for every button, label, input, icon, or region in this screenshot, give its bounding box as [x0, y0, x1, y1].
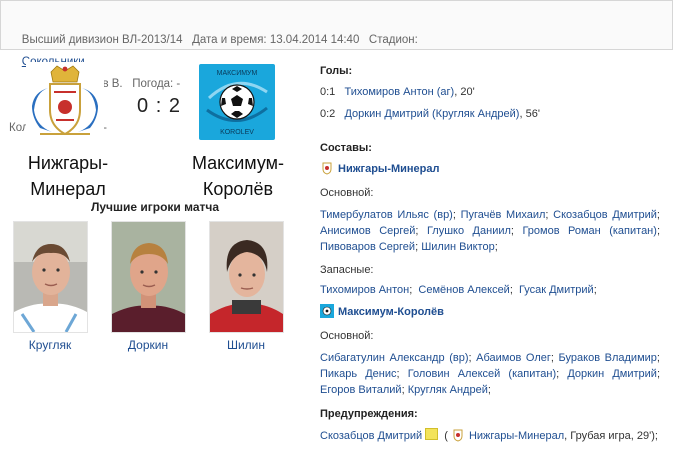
- player-link[interactable]: Анисимов Сергей: [320, 225, 415, 237]
- warning-open-paren: (: [444, 430, 448, 442]
- warnings-title: Предупреждения:: [320, 408, 418, 420]
- player-link[interactable]: Пугачёв Михаил: [461, 209, 546, 221]
- home-main-label: Основной:: [320, 187, 374, 199]
- player-link[interactable]: Доркин Дмитрий: [567, 368, 657, 380]
- home-team-lineup-link[interactable]: Нижгары-Минерал: [338, 163, 440, 175]
- player-link[interactable]: Пивоваров Сергей: [320, 241, 415, 253]
- warnings-section: Предупреждения: Скозабцов Дмитрий ( Нижг…: [320, 407, 658, 447]
- player-link[interactable]: Бураков Владимир: [559, 352, 657, 364]
- goal-item: 0:2 Доркин Дмитрий (Кругляк Андрей), 56': [320, 107, 540, 122]
- best-player-link[interactable]: Кругляк: [5, 338, 95, 352]
- goal-score: 0:1: [320, 86, 336, 98]
- player-link[interactable]: Кругляк Андрей: [408, 384, 488, 396]
- player-photo-dorkin[interactable]: [111, 221, 186, 333]
- coat-of-arms-icon: [26, 62, 104, 140]
- lineups-title: Составы:: [320, 142, 372, 154]
- home-team-mini-logo-icon: [320, 161, 334, 180]
- away-team-name[interactable]: Максимум- Королёв: [182, 150, 294, 202]
- player-avatar-icon: [14, 222, 87, 332]
- player-link[interactable]: Тихомиров Антон: [320, 284, 409, 296]
- goals-section: Голы: 0:1 Тихомиров Антон (аг), 20' 0:2 …: [320, 64, 540, 122]
- warning-team-link[interactable]: Нижгары-Минерал: [469, 430, 564, 442]
- player-avatar-icon: [210, 222, 283, 332]
- warning-player-link[interactable]: Скозабцов Дмитрий: [320, 430, 422, 442]
- goal-score: 0:2: [320, 108, 336, 120]
- goal-scorer-link[interactable]: Доркин Дмитрий (Кругляк Андрей): [344, 108, 519, 120]
- player-shirt: [112, 305, 185, 332]
- match-score: 0 : 2: [137, 95, 181, 117]
- player-link[interactable]: Головин Алексей (капитан): [408, 368, 556, 380]
- player-link[interactable]: Громов Роман (капитан): [522, 225, 656, 237]
- goal-minute: , 20': [454, 86, 475, 98]
- best-player-link[interactable]: Шилин: [201, 338, 291, 352]
- goals-title: Голы:: [320, 65, 353, 77]
- home-team-name[interactable]: Нижгары- Минерал: [8, 150, 128, 202]
- best-players-title: Лучшие игроки матча: [90, 200, 220, 214]
- player-link[interactable]: Шилин Виктор: [421, 241, 495, 253]
- player-link[interactable]: Егоров Виталий: [320, 384, 402, 396]
- player-link[interactable]: Пикарь Денис: [320, 368, 397, 380]
- player-link[interactable]: Сибагатулин Александр (вр): [320, 352, 468, 364]
- lineups-section: Составы: Нижгары-Минерал Основной: Тимер…: [320, 141, 660, 398]
- player-photo-kruglyak[interactable]: [13, 221, 88, 333]
- away-team-name-line1: Максимум-: [191, 153, 285, 173]
- home-subs-list: Тихомиров Антон; Семёнов Алексей; Гусак …: [320, 284, 597, 296]
- away-team-lineup-link[interactable]: Максимум-Королёв: [338, 306, 444, 318]
- away-logo-bottom-text: KOROLEV: [220, 129, 254, 136]
- soccer-ball-icon: МАКСИМУМ KOROLEV: [199, 64, 275, 140]
- away-team-name-line2: Королёв: [202, 179, 274, 199]
- away-lineup-header: Максимум-Королёв: [320, 304, 660, 323]
- away-main-list: Сибагатулин Александр (вр); Абаимов Олег…: [320, 352, 661, 396]
- player-link[interactable]: Глушко Даниил: [427, 225, 511, 237]
- home-lineup-header: Нижгары-Минерал: [320, 161, 660, 180]
- player-link[interactable]: Скозабцов Дмитрий: [553, 209, 657, 221]
- warning-item: Скозабцов Дмитрий ( Нижгары-Минерал, Гру…: [320, 428, 658, 447]
- player-photo-shilin[interactable]: [209, 221, 284, 333]
- player-link[interactable]: Абаимов Олег: [476, 352, 551, 364]
- match-info-text: Высший дивизион ВЛ-2013/14 Дата и время:…: [21, 34, 418, 46]
- home-main-list: Тимербулатов Ильяс (вр); Пугачёв Михаил;…: [320, 209, 660, 253]
- away-logo-top-text: МАКСИМУМ: [217, 70, 258, 77]
- player-avatar-icon: [112, 222, 185, 332]
- away-team-mini-logo-icon: [320, 304, 334, 323]
- goal-item: 0:1 Тихомиров Антон (аг), 20': [320, 85, 540, 100]
- yellow-card-icon: [425, 428, 439, 440]
- home-team-name-line2: Минерал: [30, 179, 106, 199]
- away-main-label: Основной:: [320, 330, 374, 342]
- best-player-link[interactable]: Доркин: [103, 338, 193, 352]
- home-team-mini-logo-icon: [451, 428, 465, 447]
- goal-minute: , 56': [519, 108, 540, 120]
- home-subs-label: Запасные:: [320, 264, 374, 276]
- player-link[interactable]: Гусак Дмитрий: [519, 284, 594, 296]
- goal-scorer-link[interactable]: Тихомиров Антон (аг): [344, 86, 454, 98]
- player-link[interactable]: Семёнов Алексей: [418, 284, 509, 296]
- home-team-name-line1: Нижгары-: [27, 153, 109, 173]
- away-team-logo[interactable]: МАКСИМУМ KOROLEV: [199, 64, 275, 145]
- match-info-bar: Высший дивизион ВЛ-2013/14 Дата и время:…: [0, 0, 673, 134]
- player-link[interactable]: Тимербулатов Ильяс (вр): [320, 209, 453, 221]
- warning-detail: , Грубая игра, 29');: [564, 430, 658, 442]
- home-team-logo[interactable]: [26, 62, 104, 145]
